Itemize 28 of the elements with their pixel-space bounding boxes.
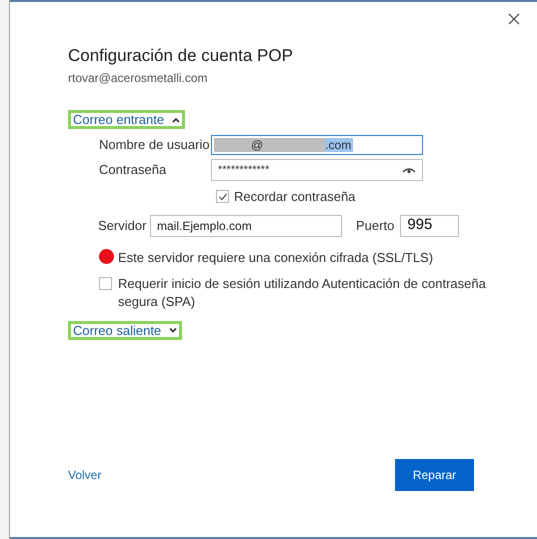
server-field[interactable]: mail.Ejemplo.com [150,214,342,236]
field-label: Puerto [356,216,394,235]
field-label: Servidor [98,216,148,235]
username-field[interactable]: @ .com [211,135,423,155]
caret-icon [172,116,180,122]
account-email: rtovar@acerosmetalli.com [68,70,209,87]
section-toggle[interactable]: Correo saliente [68,320,182,340]
port-field[interactable]: 995 [400,214,460,236]
close-icon[interactable] [507,12,521,26]
password-value: ************ [218,162,270,178]
redaction-bar [265,138,326,152]
option-label: Requerir inicio de sesión utilizando Autenticación de contraseña segura (SPA) [118,274,487,310]
checkbox[interactable] [216,190,229,204]
dialog-title: Configuración de cuenta POP [68,45,294,67]
redaction-bar [214,138,249,152]
repair-button[interactable]: Reparar [395,459,474,491]
checkbox[interactable] [99,276,112,290]
field-label: Contraseña [99,161,168,180]
email-at: @ [249,138,266,152]
email-domain: .com [325,138,354,152]
checkbox-label: Recordar contraseña [234,188,356,206]
caret-icon [169,327,178,333]
back-link[interactable]: Volver [68,466,102,484]
eye-icon[interactable] [402,166,416,174]
password-field[interactable]: ************ [211,159,423,181]
option-label: Este servidor requiere una conexión cifrada (SSL/TLS) [118,248,434,266]
section-toggle[interactable]: Correo entrante [68,110,186,129]
field-label: Nombre de usuario [99,136,211,154]
